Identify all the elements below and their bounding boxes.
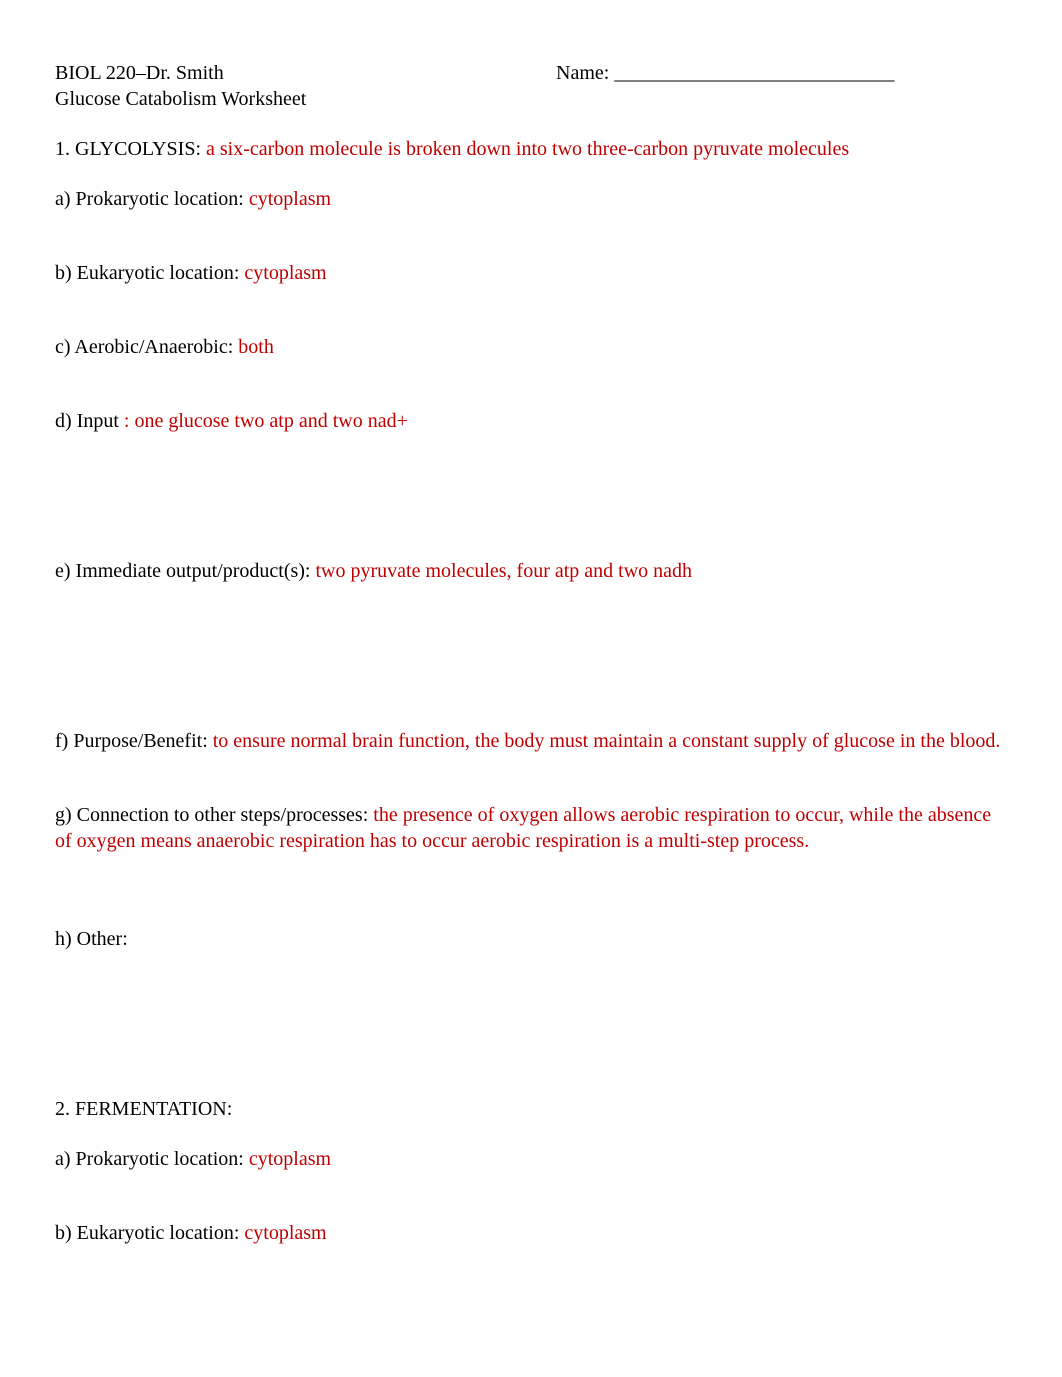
q1-title: 1. GLYCOLYSIS:: [55, 138, 201, 160]
name-blank: ____________________________: [609, 62, 894, 84]
q2-b-label: b) Eukaryotic location:: [55, 1222, 239, 1244]
q1-c-line: c) Aerobic/Anaerobic: both: [55, 334, 1007, 360]
course-code: BIOL 220–Dr. Smith: [55, 62, 224, 84]
header-left: BIOL 220–Dr. Smith: [55, 60, 506, 86]
worksheet-subtitle: Glucose Catabolism Worksheet: [55, 86, 1007, 112]
q1-h-line: h) Other:: [55, 926, 1007, 952]
q1-a-line: a) Prokaryotic location: cytoplasm: [55, 186, 1007, 212]
q1-e-answer: two pyruvate molecules, four atp and two…: [310, 560, 692, 582]
q1-g-label: g) Connection to other steps/processes:: [55, 804, 368, 826]
q1-d-label: d) Input: [55, 410, 119, 432]
q1-d-answer: : one glucose two atp and two nad+: [119, 410, 408, 432]
q1-f-answer: to ensure normal brain function, the bod…: [208, 730, 1001, 752]
q1-d-line: d) Input : one glucose two atp and two n…: [55, 408, 1007, 434]
q1-title-answer: a six-carbon molecule is broken down int…: [201, 138, 849, 160]
q1-a-label: a) Prokaryotic location:: [55, 188, 244, 210]
q1-title-line: 1. GLYCOLYSIS: a six-carbon molecule is …: [55, 136, 1007, 162]
q1-c-answer: both: [233, 336, 274, 358]
q2-a-answer: cytoplasm: [244, 1148, 331, 1170]
name-label: Name:: [556, 62, 609, 84]
q1-e-line: e) Immediate output/product(s): two pyru…: [55, 558, 1007, 584]
header-row: BIOL 220–Dr. Smith Name: _______________…: [55, 60, 1007, 86]
q2-b-answer: cytoplasm: [239, 1222, 326, 1244]
q2-a-label: a) Prokaryotic location:: [55, 1148, 244, 1170]
q1-b-answer: cytoplasm: [239, 262, 326, 284]
q2-title-line: 2. FERMENTATION:: [55, 1096, 1007, 1122]
q1-f-line: f) Purpose/Benefit: to ensure normal bra…: [55, 728, 1007, 754]
q1-g-line: g) Connection to other steps/processes: …: [55, 802, 1007, 854]
q1-h-label: h) Other:: [55, 928, 128, 950]
q1-f-label: f) Purpose/Benefit:: [55, 730, 208, 752]
q2-a-line: a) Prokaryotic location: cytoplasm: [55, 1146, 1007, 1172]
q2-b-line: b) Eukaryotic location: cytoplasm: [55, 1220, 1007, 1246]
q1-a-answer: cytoplasm: [244, 188, 331, 210]
header-right: Name: ____________________________: [506, 60, 1007, 86]
q1-b-line: b) Eukaryotic location: cytoplasm: [55, 260, 1007, 286]
q1-c-label: c) Aerobic/Anaerobic:: [55, 336, 233, 358]
q1-b-label: b) Eukaryotic location:: [55, 262, 239, 284]
q2-title: 2. FERMENTATION:: [55, 1098, 232, 1120]
q1-e-label: e) Immediate output/product(s):: [55, 560, 310, 582]
